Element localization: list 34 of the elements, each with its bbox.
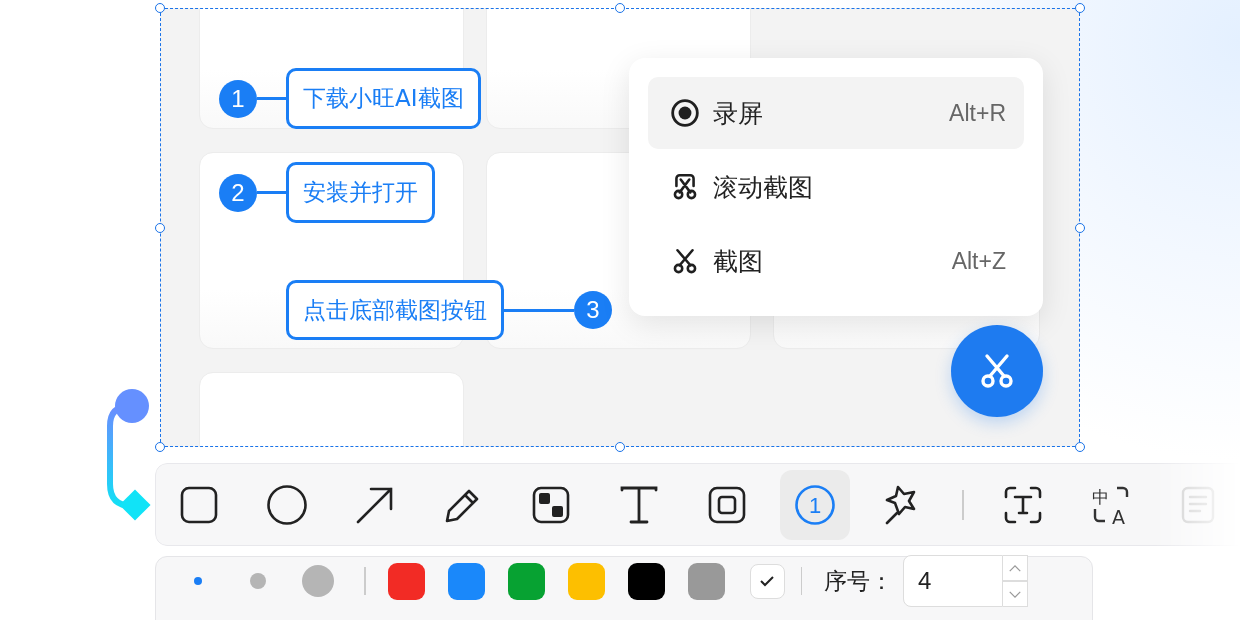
resize-handle[interactable] <box>155 442 165 452</box>
shortcut-label: Alt+Z <box>951 247 1006 275</box>
leader-line <box>257 97 286 100</box>
color-swatch[interactable] <box>507 562 545 600</box>
resize-handle[interactable] <box>615 3 625 13</box>
leader-line <box>257 191 286 194</box>
resize-handle[interactable] <box>1075 222 1085 233</box>
resize-handle[interactable] <box>1075 3 1085 13</box>
fill-checkbox[interactable] <box>749 563 785 599</box>
number-field[interactable]: 4 <box>903 555 1003 607</box>
resize-handle[interactable] <box>1075 442 1085 452</box>
menu-item[interactable]: 录屏 Alt+R <box>648 77 1024 149</box>
color-swatch[interactable] <box>387 562 425 600</box>
shortcut-label: Alt+R <box>949 99 1006 127</box>
number-label: 序号： <box>824 566 893 596</box>
chevron-down-icon <box>1008 589 1022 599</box>
step-callout: 安装并打开 <box>286 162 435 223</box>
leader-line <box>504 308 574 312</box>
chevron-up-icon <box>1008 563 1022 573</box>
circle-icon <box>265 482 309 527</box>
menu-item[interactable]: 滚动截图 <box>648 151 1024 223</box>
color-swatch[interactable] <box>687 562 725 600</box>
color-swatch[interactable] <box>567 562 605 600</box>
resize-handle[interactable] <box>155 3 165 13</box>
resize-handle[interactable] <box>155 222 165 233</box>
color-swatch[interactable] <box>447 562 485 600</box>
tool-button[interactable]: 中 A <box>1075 469 1146 540</box>
step-callout: 下载小旺AI截图 <box>286 68 481 129</box>
record-icon <box>670 98 700 128</box>
menu-item[interactable]: 截图 Alt+Z <box>648 225 1024 297</box>
number-icon: 1 <box>793 482 837 527</box>
resize-handle[interactable] <box>615 442 625 452</box>
color-swatch[interactable] <box>627 562 665 600</box>
step-callout: 点击底部截图按钮 <box>286 280 504 340</box>
